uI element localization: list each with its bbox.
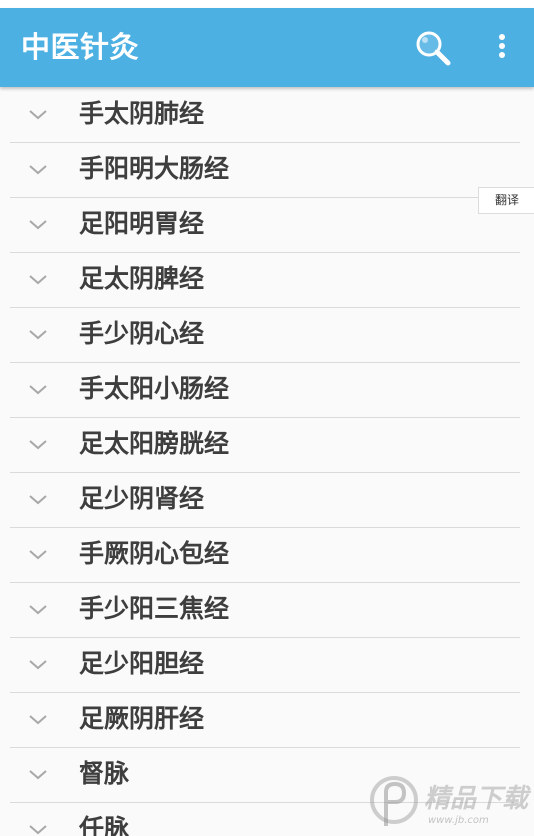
list-item[interactable]: 足厥阴肝经: [10, 693, 520, 748]
chevron-down-icon: [29, 605, 47, 615]
meridian-list: 手太阴肺经 手阳明大肠经 足阳明胃经 足太阴脾经 手少阴心经 手太阳小肠经 足太…: [0, 87, 534, 836]
list-item[interactable]: 手太阳小肠经: [10, 363, 520, 418]
chevron-down-icon: [29, 660, 47, 670]
chevron-down-icon: [29, 385, 47, 395]
list-item-label: 任脉: [79, 814, 130, 836]
list-item[interactable]: 手少阴心经: [10, 308, 520, 363]
chevron-down-icon: [29, 330, 47, 340]
list-item[interactable]: 手厥阴心包经: [10, 528, 520, 583]
chevron-down-icon: [29, 495, 47, 505]
chevron-down-icon: [29, 770, 47, 780]
list-item[interactable]: 足阳明胃经: [10, 198, 520, 253]
list-item[interactable]: 足太阴脾经: [10, 253, 520, 308]
list-item[interactable]: 手太阴肺经: [10, 88, 520, 143]
status-bar-strip: [0, 0, 534, 8]
translate-button[interactable]: 翻译: [478, 187, 534, 214]
chevron-down-icon: [29, 825, 47, 835]
list-item[interactable]: 足少阴肾经: [10, 473, 520, 528]
list-item-label: 足厥阴肝经: [79, 704, 205, 733]
list-item-label: 手阳明大肠经: [79, 154, 230, 183]
chevron-down-icon: [29, 440, 47, 450]
list-item-label: 足太阳膀胱经: [79, 429, 230, 458]
app-bar: 中医针灸: [0, 8, 534, 87]
list-item-label: 足少阴肾经: [79, 484, 205, 513]
list-item-label: 督脉: [79, 759, 130, 788]
list-item[interactable]: 手阳明大肠经: [10, 143, 520, 198]
list-item[interactable]: 任脉: [10, 803, 520, 836]
chevron-down-icon: [29, 220, 47, 230]
search-button[interactable]: [410, 26, 456, 72]
list-item-label: 手少阴心经: [79, 319, 205, 348]
list-item[interactable]: 足太阳膀胱经: [10, 418, 520, 473]
list-item-label: 足少阳胆经: [79, 649, 205, 678]
list-item-label: 手厥阴心包经: [79, 539, 230, 568]
chevron-down-icon: [29, 275, 47, 285]
list-item-label: 手少阳三焦经: [79, 594, 230, 623]
chevron-down-icon: [29, 110, 47, 120]
list-item-label: 手太阳小肠经: [79, 374, 230, 403]
chevron-down-icon: [29, 550, 47, 560]
more-vertical-icon: [499, 34, 505, 58]
search-icon: [416, 31, 451, 66]
chevron-down-icon: [29, 715, 47, 725]
list-item-label: 足太阴脾经: [79, 264, 205, 293]
list-item[interactable]: 手少阳三焦经: [10, 583, 520, 638]
list-item-label: 手太阴肺经: [79, 99, 205, 128]
list-item[interactable]: 足少阳胆经: [10, 638, 520, 693]
more-options-button[interactable]: [484, 26, 520, 72]
list-item[interactable]: 督脉: [10, 748, 520, 803]
app-title: 中医针灸: [21, 30, 140, 64]
chevron-down-icon: [29, 165, 47, 175]
list-item-label: 足阳明胃经: [79, 209, 205, 238]
